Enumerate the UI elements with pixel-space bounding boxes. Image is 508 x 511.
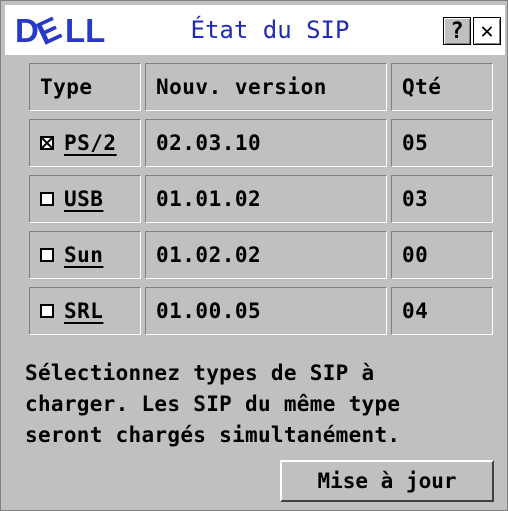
checkbox-icon[interactable] [40,248,54,262]
type-label: SRL [64,299,104,323]
type-cell[interactable]: USB [29,175,141,223]
column-header-type: Type [29,63,141,111]
version-cell: 02.03.10 [145,119,387,167]
column-header-version: Nouv. version [145,63,387,111]
update-button[interactable]: Mise à jour [280,460,494,502]
qty-cell: 05 [391,119,493,167]
checkbox-icon[interactable] [40,304,54,318]
type-label: PS/2 [64,131,117,155]
version-cell: 01.01.02 [145,175,387,223]
dell-logo: D E LL [15,13,105,47]
help-button[interactable]: ? [443,17,471,45]
instruction-text: Sélectionnez types de SIP à charger. Les… [25,361,401,447]
type-cell[interactable]: Sun [29,231,141,279]
checkbox-checked-icon[interactable] [40,136,54,150]
table-row[interactable]: USB 01.01.02 03 [27,175,495,227]
sip-status-dialog: D E LL État du SIP ? ✕ Type Nouv. versio… [0,0,508,511]
version-cell: 01.00.05 [145,287,387,335]
qty-cell: 04 [391,287,493,335]
type-cell[interactable]: SRL [29,287,141,335]
svg-text:LL: LL [65,13,105,47]
type-label: Sun [64,243,104,267]
qty-cell: 03 [391,175,493,223]
table-row[interactable]: Sun 01.02.02 00 [27,231,495,283]
close-icon: ✕ [480,18,494,44]
table-row[interactable]: PS/2 02.03.10 05 [27,119,495,171]
type-label: USB [64,187,104,211]
column-header-qty: Qté [391,63,493,111]
title-bar: D E LL État du SIP ? ✕ [5,5,505,55]
checkbox-icon[interactable] [40,192,54,206]
dialog-title: État du SIP [190,16,350,44]
table-header-row: Type Nouv. version Qté [27,63,495,115]
qty-cell: 00 [391,231,493,279]
version-cell: 01.02.02 [145,231,387,279]
table-row[interactable]: SRL 01.00.05 04 [27,287,495,339]
close-button[interactable]: ✕ [473,17,501,45]
type-cell[interactable]: PS/2 [29,119,141,167]
